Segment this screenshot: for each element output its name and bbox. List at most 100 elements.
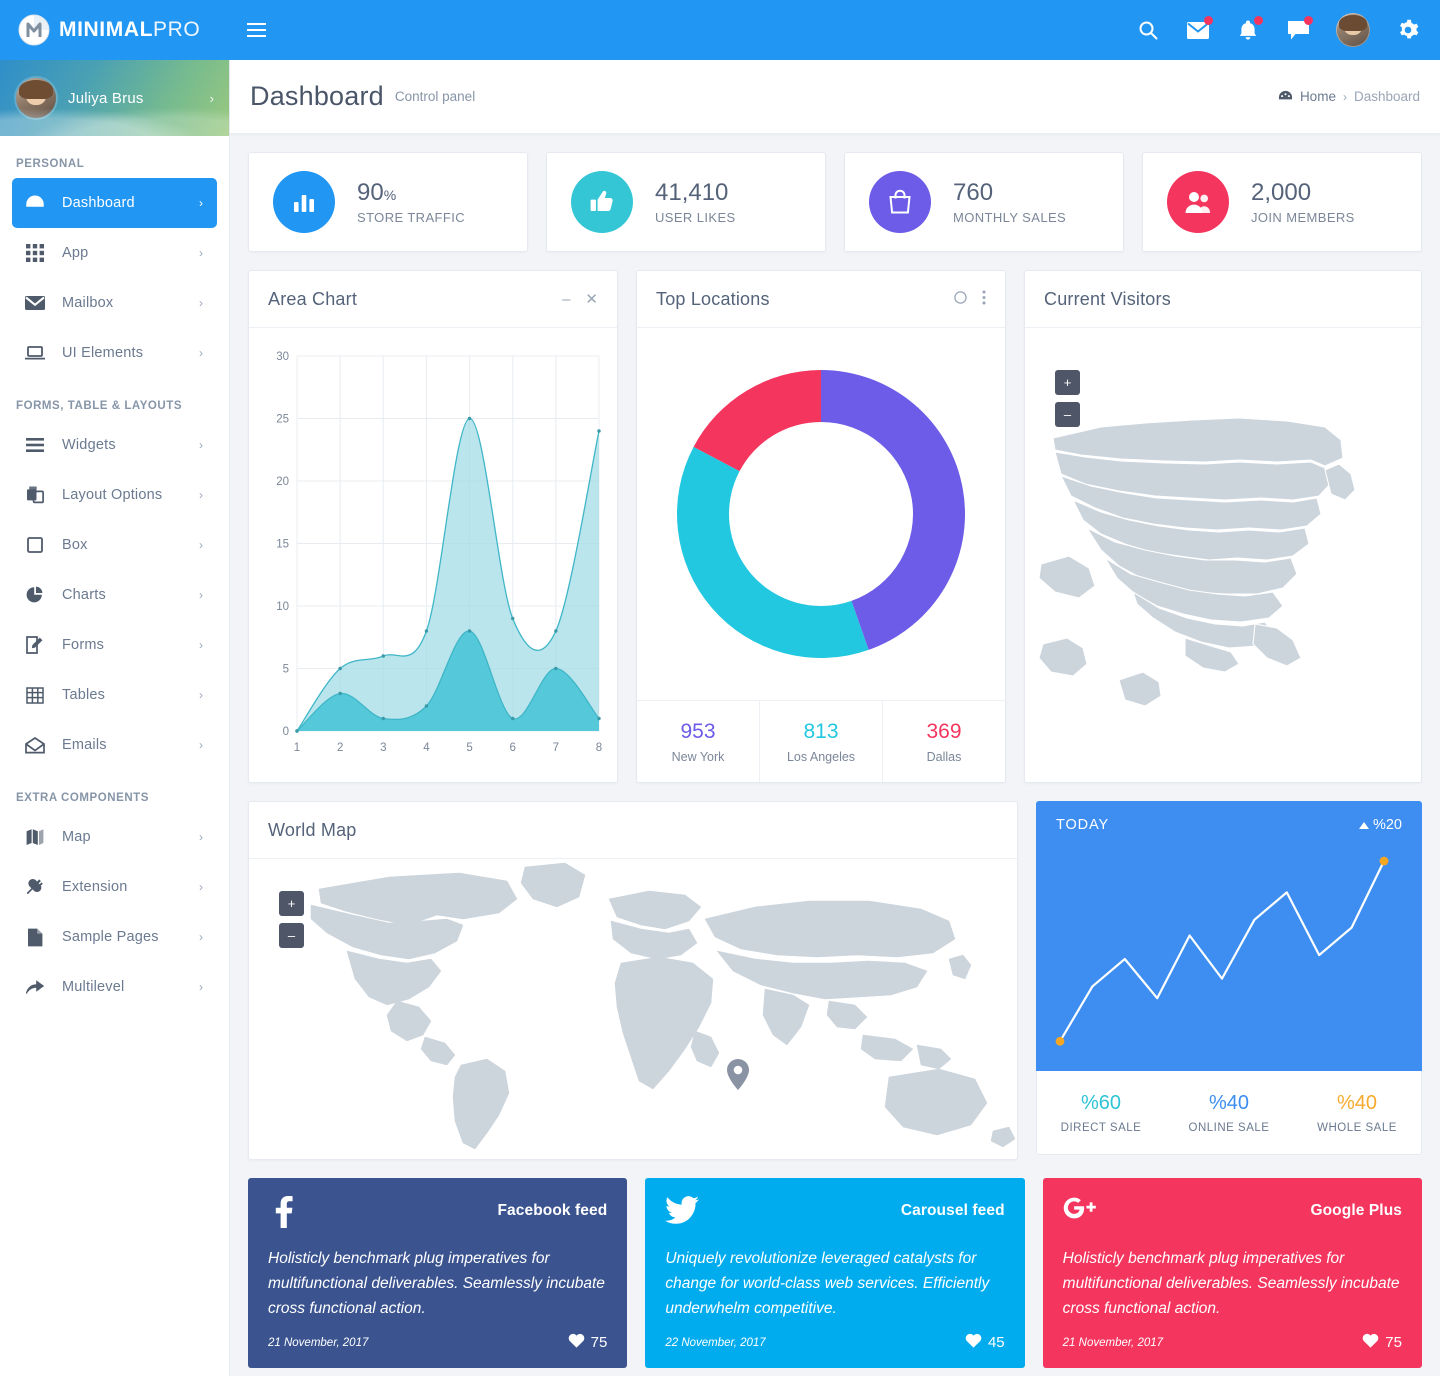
svg-text:15: 15 [276, 539, 289, 551]
sidebar-item-label: Extension [62, 879, 128, 895]
sidebar-item-sample-pages[interactable]: Sample Pages › [12, 912, 217, 962]
search-icon[interactable] [1136, 18, 1160, 42]
svg-text:6: 6 [510, 742, 516, 754]
chevron-right-icon: › [199, 538, 203, 552]
topbar-actions [1136, 13, 1440, 47]
svg-text:2: 2 [337, 742, 343, 754]
stat-card: 2,000 JOIN MEMBERS [1142, 152, 1422, 252]
sidebar-item-label: Layout Options [62, 487, 163, 503]
world-map-header: World Map [249, 802, 1017, 859]
top-locations-legend: 953 New York 813 Los Angeles 369 Dallas [637, 700, 1005, 782]
social-card-title: Google Plus [1310, 1202, 1402, 1219]
stat-cards-row: 90% STORE TRAFFIC 41,410 USER LIKES 760 MONTH… [248, 152, 1422, 252]
zoom-in-button[interactable]: + [1055, 370, 1080, 395]
grid-icon [22, 244, 48, 262]
location-legend-item: 953 New York [637, 701, 759, 782]
bell-icon[interactable] [1236, 16, 1263, 42]
today-footer-value: %40 [1336, 1091, 1378, 1114]
sidebar-item-box[interactable]: Box › [12, 520, 217, 570]
sidebar-item-label: Tables [62, 687, 106, 703]
sidebar-item-label: Forms [62, 637, 105, 653]
social-card-header: Facebook feed [268, 1196, 607, 1230]
social-card-likes[interactable]: 75 [568, 1333, 607, 1352]
pencil-square-icon [22, 636, 48, 654]
social-card-likes[interactable]: 75 [1362, 1333, 1402, 1352]
donut-slice[interactable] [677, 446, 869, 658]
pie-chart-icon [22, 586, 48, 604]
like-count: 45 [987, 1334, 1005, 1352]
svg-text:0: 0 [283, 726, 289, 738]
sidebar-item-layout-options[interactable]: Layout Options › [12, 470, 217, 520]
breadcrumb-separator: › [1342, 89, 1347, 104]
united-states-map[interactable] [1025, 328, 1397, 758]
sidebar-item-charts[interactable]: Charts › [12, 570, 217, 620]
sidebar-item-label: UI Elements [62, 345, 144, 361]
sidebar-item-extension[interactable]: Extension › [12, 862, 217, 912]
sidebar-item-map[interactable]: Map › [12, 812, 217, 862]
minimize-icon[interactable]: – [562, 291, 570, 308]
sidebar-item-label: Multilevel [62, 979, 125, 995]
location-value: 953 [680, 719, 716, 743]
sidebar-profile[interactable]: Juliya Brus › [0, 60, 229, 136]
top-locations-card: Top Locations 953 New York 813 Los Angel… [636, 270, 1006, 783]
social-card-footer: 22 November, 2017 45 [665, 1333, 1005, 1352]
stat-label: STORE TRAFFIC [357, 210, 466, 226]
donut-slice[interactable] [693, 370, 821, 472]
today-footer-item: %40 WHOLE SALE [1293, 1071, 1421, 1154]
sidebar-item-label: Widgets [62, 437, 116, 453]
chat-icon[interactable] [1286, 16, 1313, 42]
world-map[interactable] [249, 859, 1017, 1159]
stat-card: 90% STORE TRAFFIC [248, 152, 528, 252]
location-label: Dallas [926, 749, 962, 764]
heart-icon [965, 1333, 982, 1352]
social-feed-card: Facebook feed Holisticly benchmark plug i… [248, 1178, 628, 1369]
social-card-likes[interactable]: 45 [965, 1333, 1005, 1352]
layers-icon [22, 486, 48, 504]
laptop-icon [22, 345, 48, 361]
list-icon [22, 438, 48, 452]
gear-icon[interactable] [1396, 18, 1420, 42]
sidebar-item-dashboard[interactable]: Dashboard › [12, 178, 217, 228]
social-card-body: Holisticly benchmark plug imperatives fo… [1062, 1250, 1400, 1318]
hamburger-icon[interactable] [230, 0, 282, 60]
sidebar-item-label: Map [62, 829, 91, 845]
user-avatar[interactable] [1336, 13, 1370, 47]
sidebar-item-app[interactable]: App › [12, 228, 217, 278]
breadcrumb-home[interactable]: Home [1300, 89, 1336, 104]
plug-icon [22, 878, 48, 897]
more-vertical-icon[interactable] [982, 290, 986, 309]
social-card-footer: 21 November, 2017 75 [1063, 1333, 1402, 1352]
mail-badge [1204, 16, 1213, 25]
today-footer-label: WHOLE SALE [1317, 1121, 1397, 1134]
today-chart-panel: TODAY %20 [1036, 801, 1422, 1071]
zoom-out-button[interactable]: – [1055, 402, 1080, 427]
stat-value-wrap: 90% [357, 179, 465, 207]
sidebar-item-widgets[interactable]: Widgets › [12, 420, 217, 470]
sidebar-item-multilevel[interactable]: Multilevel › [12, 962, 217, 1012]
world-map-card: World Map + – [248, 801, 1018, 1160]
heart-icon [1362, 1333, 1379, 1352]
sidebar-item-tables[interactable]: Tables › [12, 670, 217, 720]
brand-logo-area[interactable]: MINIMALPRO [0, 0, 230, 60]
area-chart-tools: – ✕ [562, 290, 598, 309]
sidebar-item-ui-elements[interactable]: UI Elements › [12, 328, 217, 378]
circle-icon[interactable] [954, 290, 967, 308]
sidebar: Juliya Brus › PERSONAL Dashboard › App › Mail… [0, 60, 230, 1376]
social-card-title: Facebook feed [497, 1202, 608, 1219]
thumbs-up-icon [571, 171, 633, 233]
sidebar-item-mailbox[interactable]: Mailbox › [12, 278, 217, 328]
sidebar-item-emails[interactable]: Emails › [12, 720, 217, 770]
svg-text:7: 7 [553, 742, 559, 754]
stat-text: 760 MONTHLY SALES [953, 179, 1066, 226]
stat-value: 760 [953, 178, 994, 206]
mail-icon[interactable] [1186, 16, 1213, 42]
sidebar-item-forms[interactable]: Forms › [12, 620, 217, 670]
today-footer-value: %60 [1080, 1091, 1122, 1114]
zoom-in-button[interactable]: + [279, 891, 304, 916]
square-icon [22, 537, 48, 553]
close-icon[interactable]: ✕ [585, 290, 598, 308]
file-icon [22, 928, 48, 947]
zoom-out-button[interactable]: – [279, 923, 304, 948]
caret-up-icon [1358, 817, 1369, 833]
map-marker-india[interactable] [724, 1059, 752, 1090]
